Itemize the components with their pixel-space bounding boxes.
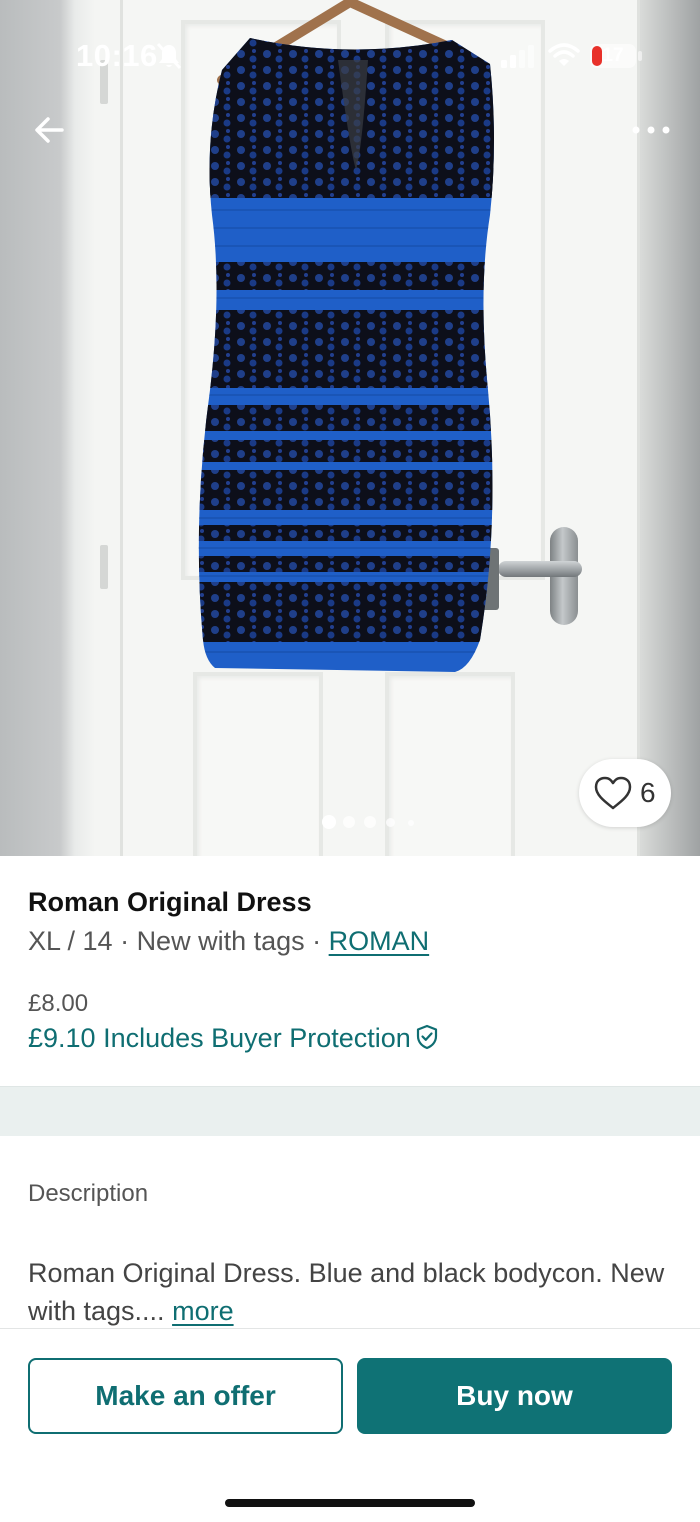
battery-level: 17	[602, 45, 624, 66]
item-meta: XL / 14 · New with tags · ROMAN	[28, 926, 429, 957]
battery-indicator: 17	[590, 44, 636, 68]
meta-separator: ·	[112, 926, 137, 956]
dress-image	[198, 0, 495, 672]
protection-label: Includes Buyer Protection	[103, 1023, 411, 1053]
make-offer-button[interactable]: Make an offer	[28, 1358, 343, 1434]
description-more-link[interactable]: more	[172, 1296, 234, 1326]
shield-check-icon	[416, 1024, 437, 1050]
favourite-button[interactable]: 6	[579, 759, 671, 827]
pagination-dot[interactable]	[386, 818, 395, 827]
item-size: XL / 14	[28, 926, 113, 956]
buyer-protection-price[interactable]: £9.10 Includes Buyer Protection	[28, 1023, 439, 1054]
action-bar-divider	[0, 1328, 700, 1329]
meta-separator: ·	[304, 926, 329, 956]
pagination-dot[interactable]	[408, 820, 414, 826]
favourite-count: 6	[640, 777, 656, 808]
arrow-left-icon[interactable]	[30, 110, 70, 150]
section-divider	[0, 1086, 700, 1136]
status-time: 10:16	[76, 38, 158, 73]
wifi-icon	[548, 43, 580, 66]
description-label: Description	[28, 1180, 149, 1207]
heart-icon	[594, 776, 632, 810]
home-indicator[interactable]	[225, 1499, 475, 1507]
battery-cap	[638, 51, 642, 61]
status-bar: 10:16 17	[0, 0, 700, 110]
bell-slash-icon	[156, 42, 182, 70]
pagination-dot[interactable]	[364, 816, 376, 828]
description-text: Roman Original Dress. Blue and black bod…	[28, 1254, 678, 1330]
pagination-dot[interactable]	[343, 816, 355, 828]
more-horizontal-icon[interactable]	[626, 115, 676, 145]
product-photo[interactable]: 10:16 17 6	[0, 0, 700, 856]
pagination-dot-active[interactable]	[322, 815, 336, 829]
description-body: Roman Original Dress. Blue and black bod…	[28, 1258, 665, 1326]
buy-now-button[interactable]: Buy now	[357, 1358, 672, 1434]
item-condition: New with tags	[136, 926, 305, 956]
signal-icon	[501, 45, 534, 68]
item-title: Roman Original Dress	[28, 887, 312, 917]
item-price: £8.00	[28, 990, 89, 1017]
protected-price: £9.10	[28, 1023, 96, 1053]
brand-link[interactable]: ROMAN	[329, 926, 430, 956]
